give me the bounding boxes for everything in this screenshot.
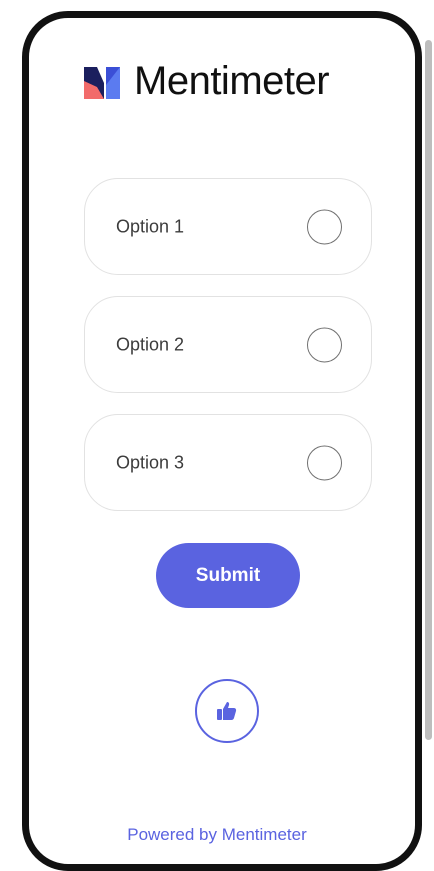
option-3[interactable]: Option 3: [84, 414, 372, 511]
option-label: Option 3: [116, 452, 185, 472]
radio-button[interactable]: [307, 445, 342, 480]
brand-name: Mentimeter: [134, 59, 330, 103]
option-1[interactable]: Option 1: [84, 178, 372, 275]
like-button[interactable]: [195, 679, 259, 743]
submit-button[interactable]: Submit: [156, 543, 300, 608]
radio-button[interactable]: [307, 327, 342, 362]
thumbs-up-icon: [217, 702, 237, 720]
mentimeter-logo: Mentimeter: [84, 59, 330, 103]
option-label: Option 1: [116, 216, 185, 236]
radio-button[interactable]: [307, 209, 342, 244]
powered-by-link[interactable]: Powered by Mentimeter: [0, 825, 434, 845]
option-2[interactable]: Option 2: [84, 296, 372, 393]
mentimeter-logo-icon: [84, 67, 120, 99]
option-label: Option 2: [116, 334, 185, 354]
scrollbar[interactable]: [425, 40, 432, 740]
